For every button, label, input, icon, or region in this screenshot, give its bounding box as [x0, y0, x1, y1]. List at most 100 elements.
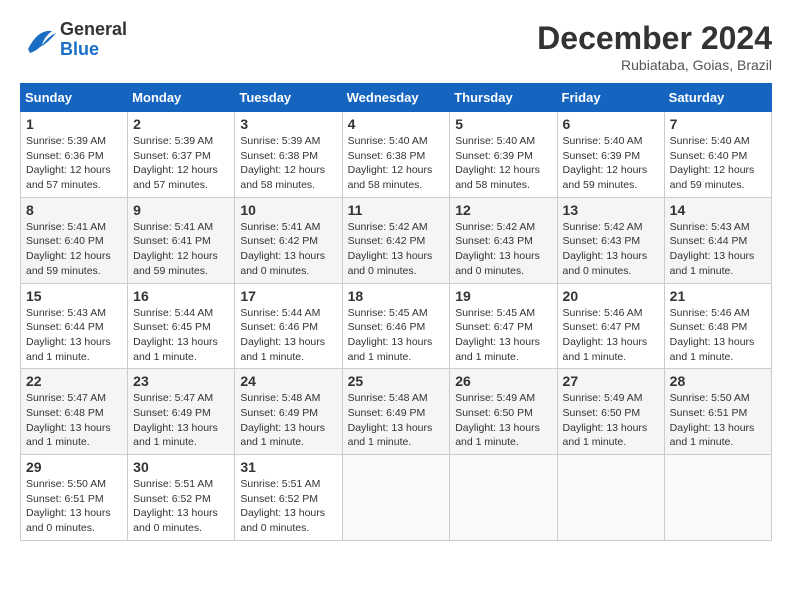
- calendar-day: 24 Sunrise: 5:48 AM Sunset: 6:49 PM Dayli…: [235, 369, 342, 455]
- col-thursday: Thursday: [450, 84, 557, 112]
- day-info: Sunrise: 5:51 AM Sunset: 6:52 PM Dayligh…: [240, 477, 336, 536]
- col-tuesday: Tuesday: [235, 84, 342, 112]
- day-number: 13: [563, 202, 659, 218]
- calendar-day: 17 Sunrise: 5:44 AM Sunset: 6:46 PM Dayli…: [235, 283, 342, 369]
- day-info: Sunrise: 5:48 AM Sunset: 6:49 PM Dayligh…: [240, 391, 336, 450]
- day-number: 27: [563, 373, 659, 389]
- col-monday: Monday: [128, 84, 235, 112]
- logo-blue-text: Blue: [60, 40, 127, 60]
- day-info: Sunrise: 5:40 AM Sunset: 6:38 PM Dayligh…: [348, 134, 445, 193]
- logo-general-text: General: [60, 20, 127, 40]
- calendar-day: 29 Sunrise: 5:50 AM Sunset: 6:51 PM Dayli…: [21, 455, 128, 541]
- calendar-week-row: 22Sunrise: 5:47 AM Sunset: 6:48 PM Dayli…: [21, 369, 772, 455]
- logo-bird-icon: [20, 21, 58, 59]
- calendar-day: 15 Sunrise: 5:43 AM Sunset: 6:44 PM Dayli…: [21, 283, 128, 369]
- calendar-day: 1Sunrise: 5:39 AM Sunset: 6:36 PM Daylig…: [21, 112, 128, 198]
- day-info: Sunrise: 5:50 AM Sunset: 6:51 PM Dayligh…: [26, 477, 122, 536]
- day-info: Sunrise: 5:40 AM Sunset: 6:39 PM Dayligh…: [455, 134, 551, 193]
- calendar-day: [664, 455, 771, 541]
- calendar-day: 13 Sunrise: 5:42 AM Sunset: 6:43 PM Dayli…: [557, 197, 664, 283]
- day-info: Sunrise: 5:39 AM Sunset: 6:38 PM Dayligh…: [240, 134, 336, 193]
- calendar-day: 16 Sunrise: 5:44 AM Sunset: 6:45 PM Dayli…: [128, 283, 235, 369]
- day-info: Sunrise: 5:47 AM Sunset: 6:49 PM Dayligh…: [133, 391, 229, 450]
- day-number: 9: [133, 202, 229, 218]
- calendar-week-row: 15 Sunrise: 5:43 AM Sunset: 6:44 PM Dayli…: [21, 283, 772, 369]
- day-info: Sunrise: 5:39 AM Sunset: 6:36 PM Dayligh…: [26, 134, 122, 193]
- calendar-day: 26 Sunrise: 5:49 AM Sunset: 6:50 PM Dayli…: [450, 369, 557, 455]
- col-friday: Friday: [557, 84, 664, 112]
- day-number: 23: [133, 373, 229, 389]
- calendar-day: 8Sunrise: 5:41 AM Sunset: 6:40 PM Daylig…: [21, 197, 128, 283]
- day-number: 15: [26, 288, 122, 304]
- day-number: 31: [240, 459, 336, 475]
- calendar-day: 2 Sunrise: 5:39 AM Sunset: 6:37 PM Daylig…: [128, 112, 235, 198]
- day-info: Sunrise: 5:40 AM Sunset: 6:39 PM Dayligh…: [563, 134, 659, 193]
- month-title: December 2024: [537, 20, 772, 57]
- col-wednesday: Wednesday: [342, 84, 450, 112]
- day-number: 17: [240, 288, 336, 304]
- day-number: 24: [240, 373, 336, 389]
- day-info: Sunrise: 5:42 AM Sunset: 6:42 PM Dayligh…: [348, 220, 445, 279]
- day-number: 29: [26, 459, 122, 475]
- calendar-day: 5Sunrise: 5:40 AM Sunset: 6:39 PM Daylig…: [450, 112, 557, 198]
- day-number: 10: [240, 202, 336, 218]
- day-info: Sunrise: 5:51 AM Sunset: 6:52 PM Dayligh…: [133, 477, 229, 536]
- day-number: 11: [348, 202, 445, 218]
- calendar-day: 27 Sunrise: 5:49 AM Sunset: 6:50 PM Dayli…: [557, 369, 664, 455]
- day-info: Sunrise: 5:42 AM Sunset: 6:43 PM Dayligh…: [563, 220, 659, 279]
- calendar-day: [557, 455, 664, 541]
- day-number: 7: [670, 116, 766, 132]
- col-sunday: Sunday: [21, 84, 128, 112]
- calendar-day: 12 Sunrise: 5:42 AM Sunset: 6:43 PM Dayli…: [450, 197, 557, 283]
- day-info: Sunrise: 5:44 AM Sunset: 6:45 PM Dayligh…: [133, 306, 229, 365]
- day-number: 28: [670, 373, 766, 389]
- day-info: Sunrise: 5:43 AM Sunset: 6:44 PM Dayligh…: [26, 306, 122, 365]
- calendar-day: 25Sunrise: 5:48 AM Sunset: 6:49 PM Dayli…: [342, 369, 450, 455]
- day-number: 26: [455, 373, 551, 389]
- title-area: December 2024 Rubiataba, Goias, Brazil: [537, 20, 772, 73]
- calendar-week-row: 29 Sunrise: 5:50 AM Sunset: 6:51 PM Dayli…: [21, 455, 772, 541]
- calendar-day: 20 Sunrise: 5:46 AM Sunset: 6:47 PM Dayli…: [557, 283, 664, 369]
- day-number: 2: [133, 116, 229, 132]
- calendar-header-row: Sunday Monday Tuesday Wednesday Thursday…: [21, 84, 772, 112]
- calendar-day: 18Sunrise: 5:45 AM Sunset: 6:46 PM Dayli…: [342, 283, 450, 369]
- day-info: Sunrise: 5:43 AM Sunset: 6:44 PM Dayligh…: [670, 220, 766, 279]
- day-info: Sunrise: 5:46 AM Sunset: 6:48 PM Dayligh…: [670, 306, 766, 365]
- day-number: 12: [455, 202, 551, 218]
- calendar-day: 11 Sunrise: 5:42 AM Sunset: 6:42 PM Dayli…: [342, 197, 450, 283]
- day-number: 16: [133, 288, 229, 304]
- day-info: Sunrise: 5:47 AM Sunset: 6:48 PM Dayligh…: [26, 391, 122, 450]
- day-number: 6: [563, 116, 659, 132]
- day-info: Sunrise: 5:46 AM Sunset: 6:47 PM Dayligh…: [563, 306, 659, 365]
- day-number: 3: [240, 116, 336, 132]
- day-number: 20: [563, 288, 659, 304]
- page-header: General Blue December 2024 Rubiataba, Go…: [20, 20, 772, 73]
- calendar-day: 9 Sunrise: 5:41 AM Sunset: 6:41 PM Daylig…: [128, 197, 235, 283]
- location-subtitle: Rubiataba, Goias, Brazil: [537, 57, 772, 73]
- day-info: Sunrise: 5:50 AM Sunset: 6:51 PM Dayligh…: [670, 391, 766, 450]
- calendar-day: 21Sunrise: 5:46 AM Sunset: 6:48 PM Dayli…: [664, 283, 771, 369]
- day-number: 4: [348, 116, 445, 132]
- calendar-day: 23 Sunrise: 5:47 AM Sunset: 6:49 PM Dayli…: [128, 369, 235, 455]
- calendar-table: Sunday Monday Tuesday Wednesday Thursday…: [20, 83, 772, 541]
- day-info: Sunrise: 5:41 AM Sunset: 6:41 PM Dayligh…: [133, 220, 229, 279]
- col-saturday: Saturday: [664, 84, 771, 112]
- day-info: Sunrise: 5:39 AM Sunset: 6:37 PM Dayligh…: [133, 134, 229, 193]
- day-info: Sunrise: 5:42 AM Sunset: 6:43 PM Dayligh…: [455, 220, 551, 279]
- calendar-day: 28 Sunrise: 5:50 AM Sunset: 6:51 PM Dayli…: [664, 369, 771, 455]
- calendar-day: 31 Sunrise: 5:51 AM Sunset: 6:52 PM Dayli…: [235, 455, 342, 541]
- calendar-day: 3 Sunrise: 5:39 AM Sunset: 6:38 PM Daylig…: [235, 112, 342, 198]
- calendar-day: 14Sunrise: 5:43 AM Sunset: 6:44 PM Dayli…: [664, 197, 771, 283]
- day-info: Sunrise: 5:49 AM Sunset: 6:50 PM Dayligh…: [563, 391, 659, 450]
- calendar-week-row: 1Sunrise: 5:39 AM Sunset: 6:36 PM Daylig…: [21, 112, 772, 198]
- calendar-day: 22Sunrise: 5:47 AM Sunset: 6:48 PM Dayli…: [21, 369, 128, 455]
- day-info: Sunrise: 5:41 AM Sunset: 6:42 PM Dayligh…: [240, 220, 336, 279]
- day-info: Sunrise: 5:44 AM Sunset: 6:46 PM Dayligh…: [240, 306, 336, 365]
- day-info: Sunrise: 5:45 AM Sunset: 6:46 PM Dayligh…: [348, 306, 445, 365]
- calendar-day: 19Sunrise: 5:45 AM Sunset: 6:47 PM Dayli…: [450, 283, 557, 369]
- day-number: 25: [348, 373, 445, 389]
- day-number: 19: [455, 288, 551, 304]
- day-info: Sunrise: 5:49 AM Sunset: 6:50 PM Dayligh…: [455, 391, 551, 450]
- calendar-day: 6 Sunrise: 5:40 AM Sunset: 6:39 PM Daylig…: [557, 112, 664, 198]
- day-info: Sunrise: 5:41 AM Sunset: 6:40 PM Dayligh…: [26, 220, 122, 279]
